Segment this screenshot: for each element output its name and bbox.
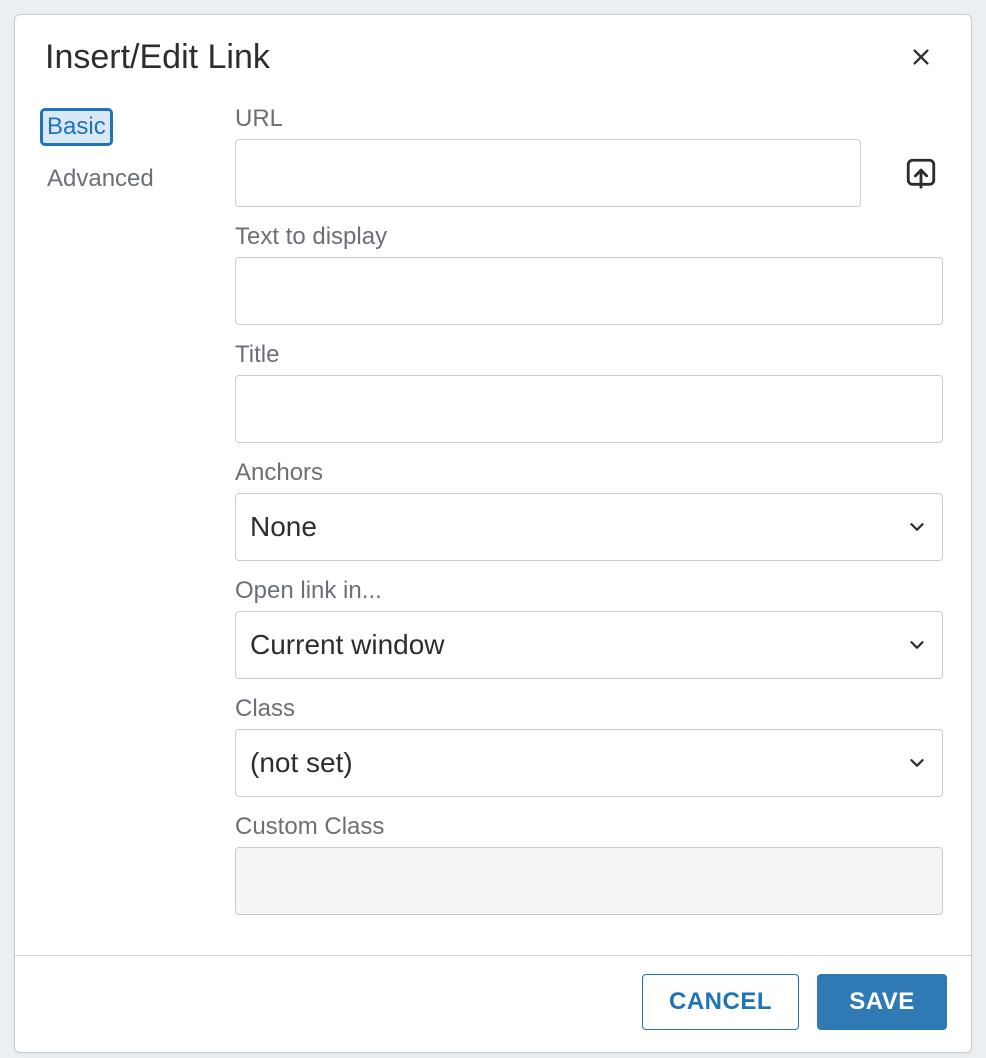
anchors-label: Anchors — [235, 459, 943, 487]
field-open-in: Open link in... Current window — [235, 577, 943, 679]
upload-icon — [904, 156, 938, 190]
save-button[interactable]: SAVE — [817, 974, 947, 1030]
dialog-body: Basic Advanced URL — [15, 85, 971, 955]
class-label: Class — [235, 695, 943, 723]
title-label: Title — [235, 341, 943, 369]
class-select[interactable]: (not set) — [235, 729, 943, 797]
field-text-to-display: Text to display — [235, 223, 943, 325]
dialog-header: Insert/Edit Link — [15, 15, 971, 85]
custom-class-input[interactable] — [235, 847, 943, 915]
insert-link-dialog: Insert/Edit Link Basic Advanced URL — [14, 14, 972, 1053]
open-in-label: Open link in... — [235, 577, 943, 605]
text-label: Text to display — [235, 223, 943, 251]
tab-list: Basic Advanced — [43, 105, 235, 931]
dialog-backdrop: Insert/Edit Link Basic Advanced URL — [0, 0, 986, 1058]
upload-button[interactable] — [899, 151, 943, 195]
tab-advanced[interactable]: Advanced — [43, 163, 158, 195]
cancel-button[interactable]: CANCEL — [642, 974, 799, 1030]
text-input[interactable] — [235, 257, 943, 325]
tab-basic[interactable]: Basic — [43, 111, 110, 143]
field-anchors: Anchors None — [235, 459, 943, 561]
anchors-value: None — [250, 511, 906, 543]
field-custom-class: Custom Class — [235, 813, 943, 915]
field-title: Title — [235, 341, 943, 443]
chevron-down-icon — [906, 516, 928, 538]
url-label: URL — [235, 105, 943, 133]
open-in-select[interactable]: Current window — [235, 611, 943, 679]
url-input[interactable] — [235, 139, 861, 207]
open-in-value: Current window — [250, 629, 906, 661]
field-class: Class (not set) — [235, 695, 943, 797]
url-row — [235, 139, 943, 207]
close-icon — [910, 46, 932, 68]
chevron-down-icon — [906, 634, 928, 656]
close-button[interactable] — [901, 37, 941, 77]
dialog-footer: CANCEL SAVE — [15, 955, 971, 1052]
custom-class-label: Custom Class — [235, 813, 943, 841]
chevron-down-icon — [906, 752, 928, 774]
class-value: (not set) — [250, 747, 906, 779]
title-input[interactable] — [235, 375, 943, 443]
anchors-select[interactable]: None — [235, 493, 943, 561]
dialog-title: Insert/Edit Link — [45, 38, 270, 77]
field-url: URL — [235, 105, 943, 207]
form-column: URL Text to display — [235, 105, 943, 931]
